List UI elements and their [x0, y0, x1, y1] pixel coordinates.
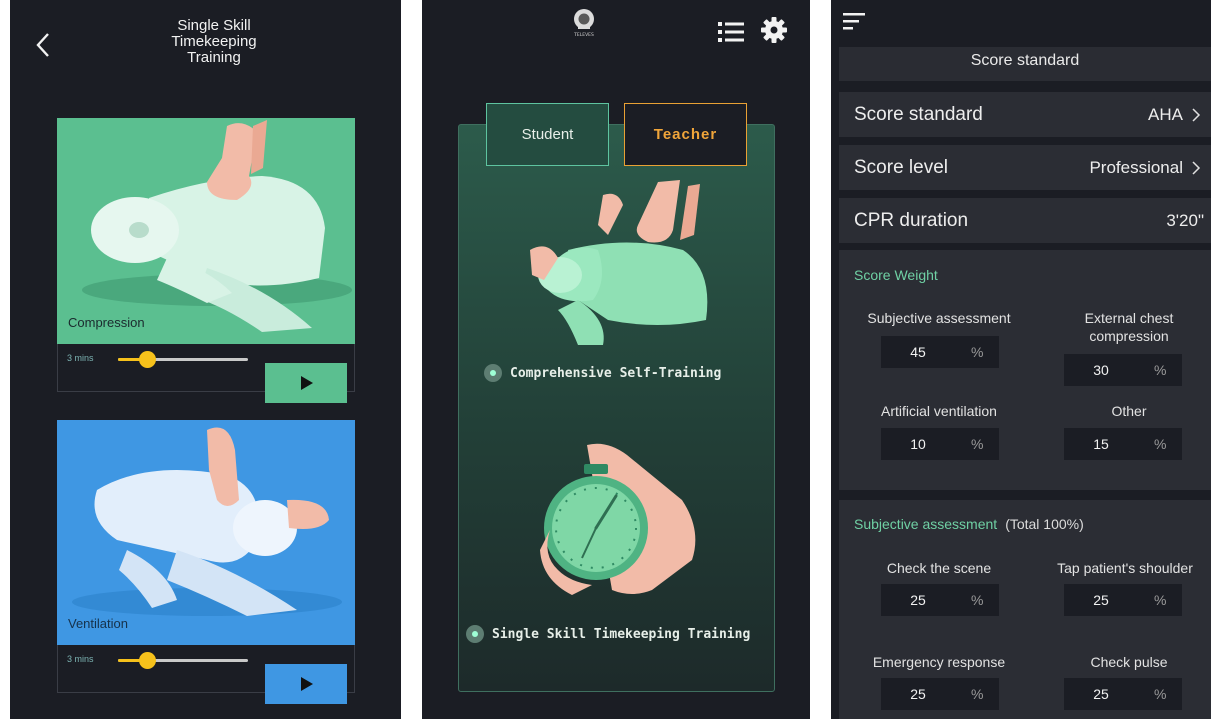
weight-input[interactable]: 25 %: [1064, 678, 1182, 710]
section-title: Score Weight: [854, 267, 938, 283]
single-skill-training-screen: Single Skill Timekeeping Training Compre…: [10, 0, 401, 719]
score-standard-row[interactable]: Score standard AHA: [839, 92, 1211, 137]
play-button[interactable]: [265, 664, 347, 704]
weight-input[interactable]: 30 %: [1064, 354, 1182, 386]
compression-controls: 3 mins: [57, 344, 355, 403]
subjective-assessment-section: Subjective assessment (Total 100%) Check …: [839, 500, 1211, 719]
row-label: Score standard: [854, 104, 983, 125]
weight-input[interactable]: 45 %: [881, 336, 999, 368]
duration-slider[interactable]: [118, 351, 248, 368]
compression-card[interactable]: Compression: [57, 118, 355, 344]
duration-label: 3 mins: [67, 353, 94, 363]
compression-illustration: [82, 120, 352, 332]
brand-logo-text: TELEVES: [573, 32, 594, 38]
slider-handle[interactable]: [138, 351, 156, 368]
weight-label: Check the scene: [886, 560, 992, 576]
weight-label: Subjective assessment: [867, 310, 1011, 326]
weight-input[interactable]: 25 %: [1064, 584, 1182, 616]
ventilation-card[interactable]: Ventilation: [57, 420, 355, 645]
weight-input[interactable]: 15 %: [1064, 428, 1182, 460]
tab-student[interactable]: Student: [486, 103, 609, 166]
gear-icon[interactable]: [761, 17, 787, 43]
weight-label: Other: [1111, 403, 1147, 419]
row-value: AHA: [1148, 105, 1183, 124]
ventilation-illustration: [72, 427, 342, 616]
back-chevron-icon[interactable]: [32, 30, 54, 60]
score-level-row[interactable]: Score level Professional: [839, 145, 1211, 190]
ventilation-label: Ventilation: [68, 616, 128, 631]
row-label: Score level: [854, 157, 948, 178]
mode-select-screen: TELEVES Student Teacher Comprehensive Se…: [422, 0, 810, 719]
mode-label: Single Skill Timekeeping Training: [492, 626, 751, 642]
weight-label: Emergency response: [872, 654, 1006, 670]
mode-label: Comprehensive Self-Training: [510, 365, 722, 381]
stopwatch-illustration: [540, 443, 696, 595]
weight-label: Tap patient's shoulder: [1057, 560, 1193, 576]
ventilation-controls: 3 mins: [57, 645, 355, 704]
cpr-duration-row[interactable]: CPR duration 3'20": [839, 198, 1211, 243]
menu-icon[interactable]: [843, 12, 867, 30]
chevron-right-icon: [1192, 161, 1201, 175]
self-training-illustration: [530, 180, 708, 345]
section-total: (Total 100%): [1005, 516, 1084, 532]
brand-logo-icon: TELEVES: [573, 9, 594, 38]
weight-input[interactable]: 25 %: [881, 678, 999, 710]
mode-comprehensive-self-training[interactable]: Comprehensive Self-Training: [484, 364, 721, 382]
duration-label: 3 mins: [67, 654, 94, 664]
row-value: Professional: [1089, 158, 1183, 177]
chevron-right-icon: [1192, 108, 1201, 122]
mode-single-skill-timekeeping[interactable]: Single Skill Timekeeping Training: [466, 625, 750, 643]
slider-handle[interactable]: [138, 652, 156, 669]
play-button[interactable]: [265, 363, 347, 403]
weight-label: Check pulse: [1090, 654, 1168, 670]
list-icon[interactable]: [718, 21, 744, 43]
section-title: Subjective assessment (Total 100%): [854, 516, 1084, 532]
row-value: 3'20": [1166, 211, 1204, 230]
weight-label: External chest compression: [1084, 310, 1174, 344]
weight-input[interactable]: 25 %: [881, 584, 999, 616]
tab-teacher[interactable]: Teacher: [624, 103, 747, 166]
compression-label: Compression: [68, 315, 145, 330]
duration-slider[interactable]: [118, 652, 248, 669]
radio-icon: [466, 625, 484, 643]
score-weight-section: Score Weight Subjective assessment 45 % …: [839, 250, 1211, 490]
row-label: CPR duration: [854, 210, 969, 231]
page-title: Single Skill Timekeeping Training: [171, 17, 257, 66]
weight-label: Artificial ventilation: [881, 403, 997, 419]
score-standard-screen: Score standard Score standard AHA Score …: [831, 0, 1211, 719]
radio-icon: [484, 364, 502, 382]
weight-input[interactable]: 10 %: [881, 428, 999, 460]
page-title: Score standard: [839, 47, 1211, 81]
